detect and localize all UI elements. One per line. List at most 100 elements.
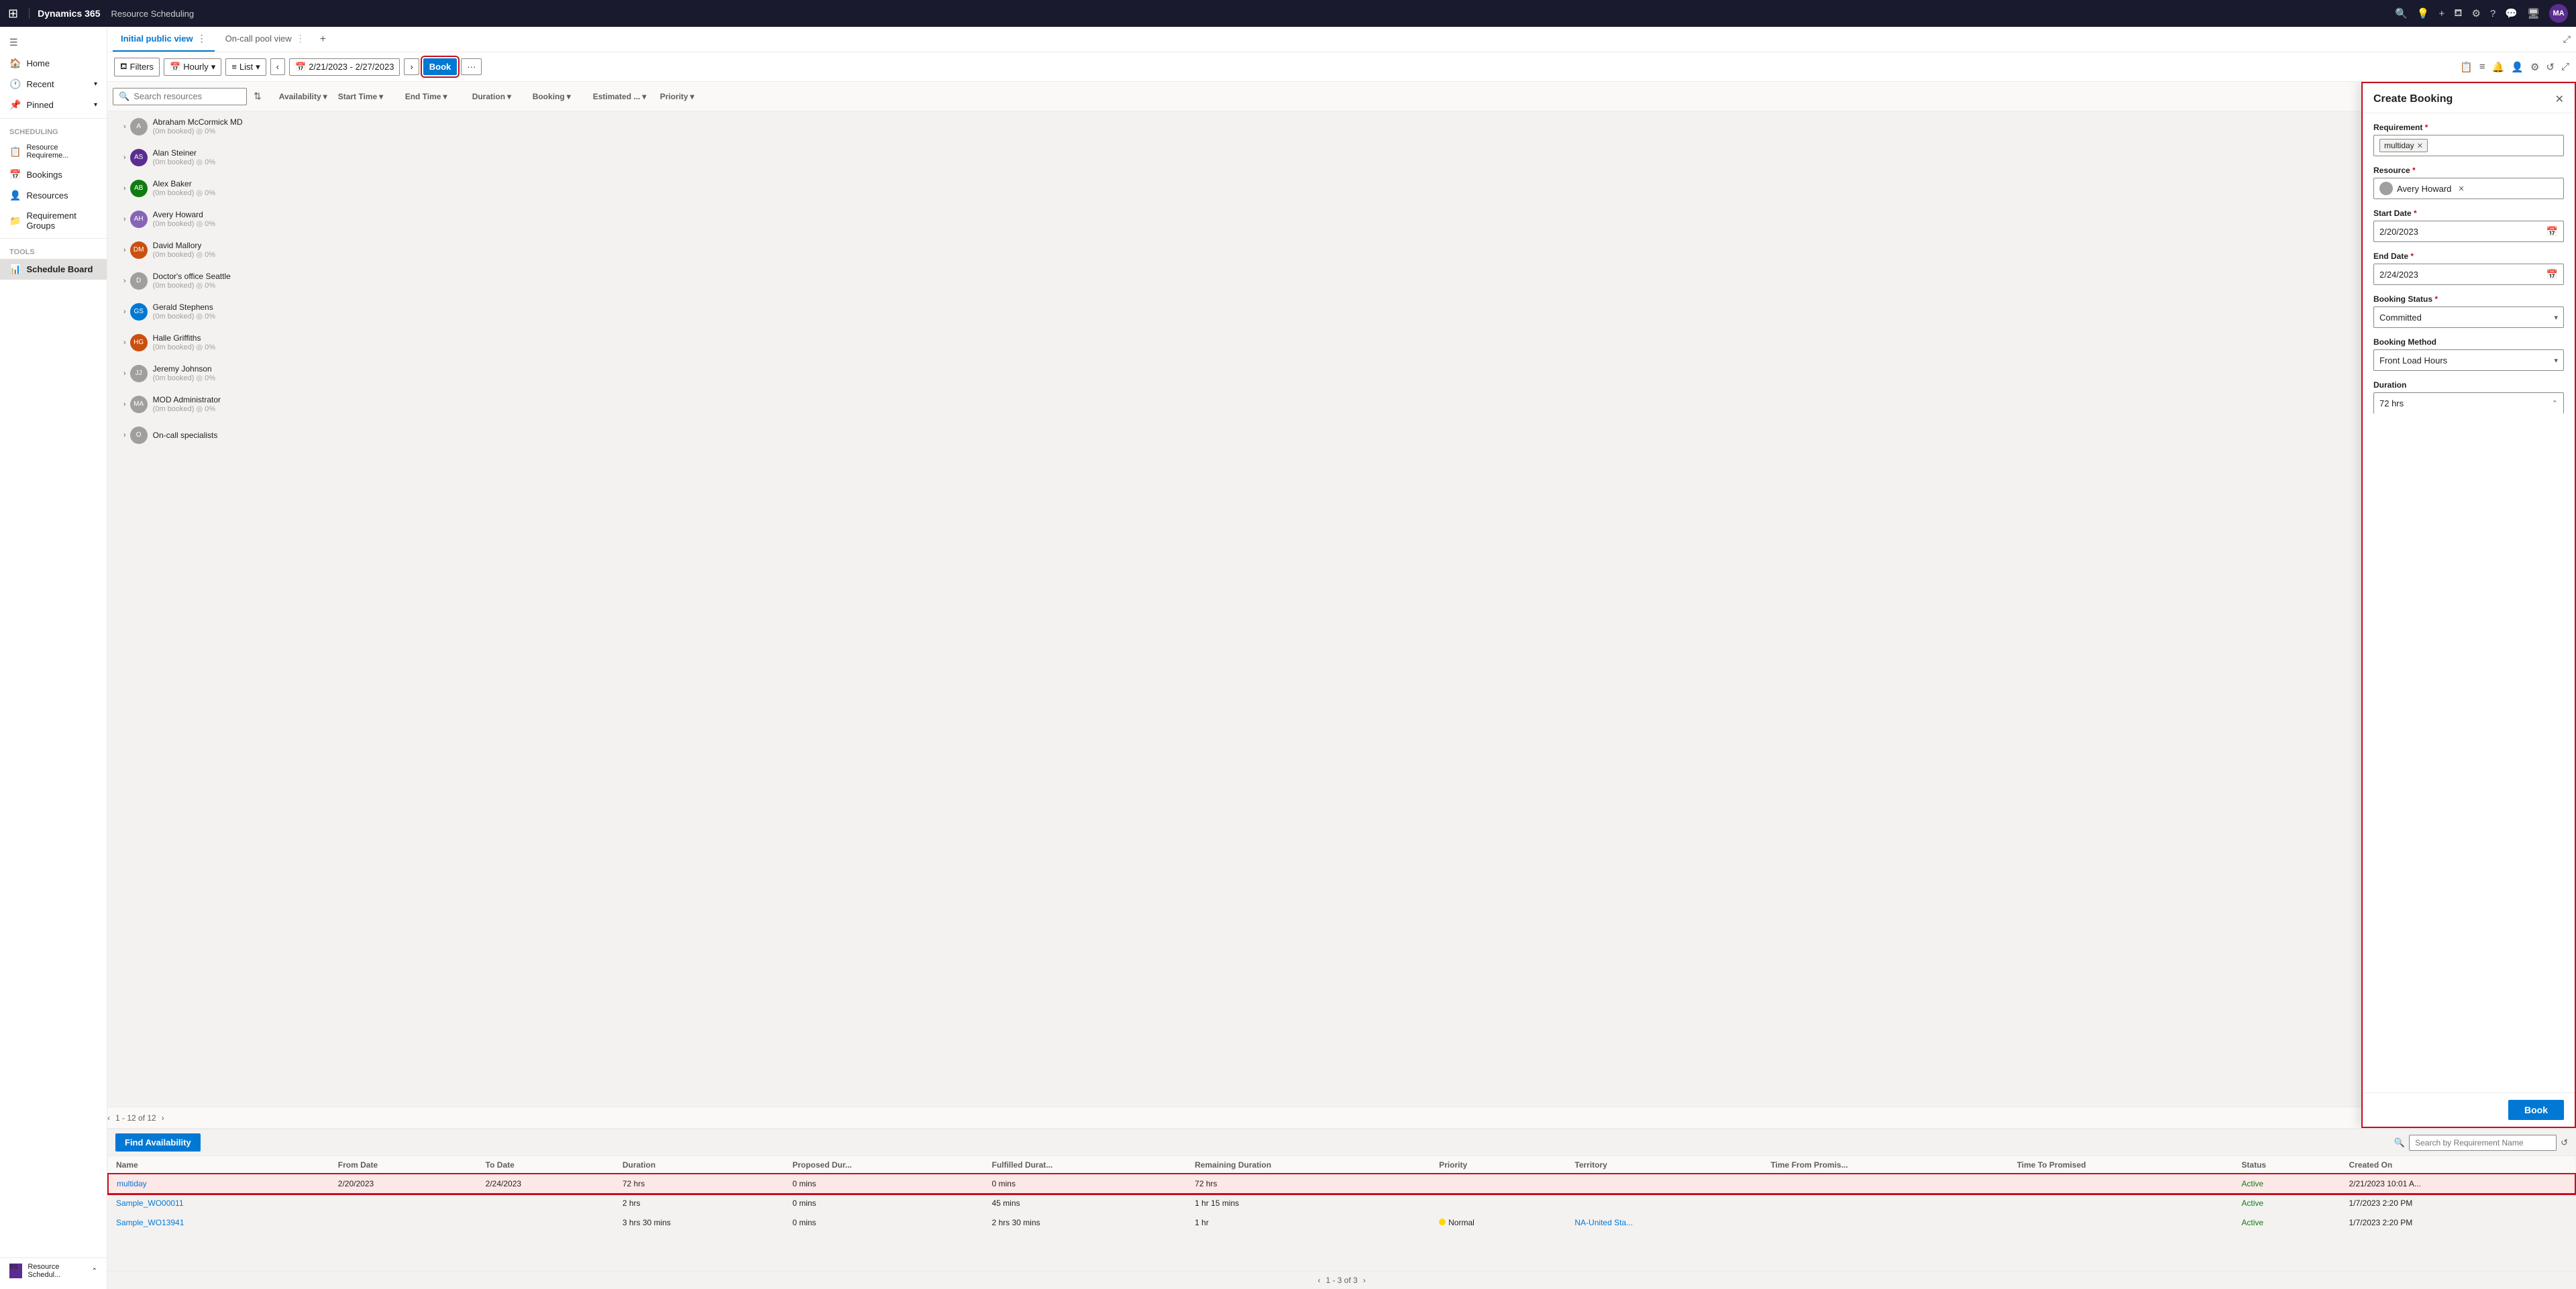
expand-icon-halle[interactable]: ›: [123, 339, 126, 347]
expand-icon-oncall[interactable]: ›: [123, 431, 126, 439]
end-date-field-group: End Date * 2/24/2023 📅: [2373, 251, 2564, 285]
table-row-multiday[interactable]: multiday 2/20/2023 2/24/2023 72 hrs 0 mi…: [108, 1174, 2575, 1194]
requirement-input[interactable]: multiday ✕: [2373, 135, 2564, 156]
resource-row-david[interactable]: › DM David Mallory (0m booked) ◎ 0%: [107, 235, 2576, 266]
expand-icon-avery[interactable]: ›: [123, 215, 126, 223]
refresh-icon[interactable]: ↺: [2546, 61, 2555, 73]
search-input[interactable]: [133, 91, 241, 101]
booking-status-select[interactable]: Committed ▾: [2373, 306, 2564, 328]
person-icon[interactable]: 👤: [2511, 61, 2524, 73]
resource-row-abraham[interactable]: › A Abraham McCormick MD (0m booked) ◎ 0…: [107, 111, 2576, 142]
tab-initial-public-view[interactable]: Initial public view ⋮: [113, 27, 215, 52]
col-from-date: From Date: [330, 1156, 478, 1174]
find-availability-button[interactable]: Find Availability: [115, 1133, 201, 1152]
resource-row-mod[interactable]: › MA MOD Administrator (0m booked) ◎ 0%: [107, 389, 2576, 420]
resource-row-halle[interactable]: › HG Halle Griffiths (0m booked) ◎ 0%: [107, 327, 2576, 358]
fullscreen-icon[interactable]: ⤢: [2563, 34, 2571, 45]
resource-row-oncall[interactable]: › O On-call specialists: [107, 420, 2576, 451]
sidebar-footer-item[interactable]: RS Resource Schedul... ⌃: [0, 1257, 107, 1284]
sidebar-item-pinned[interactable]: 📌 Pinned ▾: [0, 95, 107, 115]
tab-initial-label: Initial public view: [121, 34, 193, 44]
bell-icon[interactable]: 🔔: [2492, 61, 2505, 73]
refresh-search-icon[interactable]: ↺: [2561, 1137, 2568, 1148]
settings-icon[interactable]: ⚙: [2471, 7, 2480, 19]
table-next-btn[interactable]: ›: [1363, 1276, 1366, 1285]
table-prev-btn[interactable]: ‹: [1318, 1276, 1320, 1285]
tab-oncall-more[interactable]: ⋮: [296, 33, 305, 44]
plus-icon[interactable]: +: [2438, 8, 2445, 19]
link-wo00011[interactable]: Sample_WO00011: [116, 1198, 184, 1208]
sidebar-item-schedule-board[interactable]: 📊 Schedule Board: [0, 259, 107, 280]
page-range: 1 - 12 of 12: [115, 1113, 156, 1123]
table-row-wo00011[interactable]: Sample_WO00011 2 hrs 0 mins 45 mins 1 hr…: [108, 1194, 2575, 1213]
sidebar-item-resources[interactable]: 👤 Resources: [0, 185, 107, 206]
end-date-input[interactable]: 2/24/2023 📅: [2373, 264, 2564, 285]
sort-icon[interactable]: ⇅: [254, 91, 262, 102]
list-button[interactable]: ≡ List ▾: [225, 58, 266, 76]
more-options-button[interactable]: ···: [461, 58, 482, 75]
sidebar-item-requirement-groups[interactable]: 📁 Requirement Groups: [0, 206, 107, 235]
start-date-calendar-icon[interactable]: 📅: [2546, 226, 2558, 237]
search-icon[interactable]: 🔍: [2395, 7, 2408, 19]
sidebar-collapse[interactable]: ☰: [0, 32, 107, 53]
add-tab-button[interactable]: +: [316, 34, 330, 46]
gear-icon[interactable]: ⚙: [2530, 61, 2539, 73]
booking-close-button[interactable]: ✕: [2555, 93, 2564, 106]
cell-ttp-multiday: [2009, 1174, 2234, 1194]
resource-row-avery[interactable]: › AH Avery Howard (0m booked) ◎ 0%: [107, 204, 2576, 235]
sidebar-item-bookings[interactable]: 📅 Bookings: [0, 164, 107, 185]
view-list-icon[interactable]: 📋: [2460, 61, 2473, 73]
resource-tag-remove[interactable]: ✕: [2458, 184, 2464, 193]
expand-icon-doctors[interactable]: ›: [123, 277, 126, 285]
expand-icon-mod[interactable]: ›: [123, 400, 126, 408]
link-territory[interactable]: NA-United Sta...: [1574, 1218, 1633, 1227]
link-wo13941[interactable]: Sample_WO13941: [116, 1218, 184, 1227]
resource-row-alan[interactable]: › AS Alan Steiner (0m booked) ◎ 0%: [107, 142, 2576, 173]
expand-icon-jeremy[interactable]: ›: [123, 370, 126, 378]
expand-icon-david[interactable]: ›: [123, 246, 126, 254]
next-page-btn[interactable]: ›: [162, 1113, 164, 1123]
search-box[interactable]: 🔍: [113, 88, 247, 105]
prev-page-btn[interactable]: ‹: [107, 1113, 110, 1123]
chat-icon[interactable]: 💬: [2505, 7, 2518, 19]
book-button[interactable]: Book: [423, 58, 458, 75]
resource-row-alex[interactable]: › AB Alex Baker (0m booked) ◎ 0%: [107, 173, 2576, 204]
requirement-tag-remove[interactable]: ✕: [2417, 142, 2423, 150]
waffle-icon[interactable]: ⊞: [8, 7, 18, 21]
end-date-calendar-icon[interactable]: 📅: [2546, 269, 2558, 280]
date-range-display[interactable]: 📅 2/21/2023 - 2/27/2023: [289, 58, 400, 76]
sidebar-item-recent[interactable]: 🕐 Recent ▾: [0, 74, 107, 95]
table-row-wo13941[interactable]: Sample_WO13941 3 hrs 30 mins 0 mins 2 hr…: [108, 1213, 2575, 1233]
filters-button[interactable]: ⛾ Filters: [114, 58, 160, 76]
resource-row-jeremy[interactable]: › JJ Jeremy Johnson (0m booked) ◎ 0%: [107, 358, 2576, 389]
prev-date-button[interactable]: ‹: [270, 58, 285, 75]
expand-icon-alex[interactable]: ›: [123, 184, 126, 192]
tab-initial-more[interactable]: ⋮: [197, 33, 207, 44]
next-date-button[interactable]: ›: [404, 58, 419, 75]
lightbulb-icon[interactable]: 💡: [2417, 7, 2430, 19]
filter-icon[interactable]: ⛾: [2454, 7, 2462, 20]
start-date-input[interactable]: 2/20/2023 📅: [2373, 221, 2564, 242]
link-multiday[interactable]: multiday: [117, 1179, 147, 1188]
resource-input[interactable]: Avery Howard ✕: [2373, 178, 2564, 199]
cell-name-wo13941: Sample_WO13941: [108, 1213, 330, 1233]
help-icon[interactable]: ?: [2490, 8, 2496, 19]
sidebar-item-resource-requirements[interactable]: 📋 Resource Requireme...: [0, 139, 107, 164]
user-avatar[interactable]: MA: [2549, 4, 2568, 23]
expand-icon-alan[interactable]: ›: [123, 154, 126, 162]
resource-row-gerald[interactable]: › GS Gerald Stephens (0m booked) ◎ 0%: [107, 296, 2576, 327]
resource-row-doctors[interactable]: › D Doctor's office Seattle (0m booked) …: [107, 266, 2576, 296]
book-submit-button[interactable]: Book: [2508, 1100, 2564, 1120]
requirement-search-input[interactable]: [2409, 1135, 2557, 1151]
duration-input[interactable]: 72 hrs ⌃: [2373, 392, 2564, 414]
sidebar-item-home[interactable]: 🏠 Home: [0, 53, 107, 74]
rows-icon[interactable]: ≡: [2479, 61, 2485, 73]
expand-icon[interactable]: ›: [123, 123, 126, 131]
view-hourly-button[interactable]: 📅 Hourly ▾: [164, 58, 221, 76]
start-date-field-group: Start Date * 2/20/2023 📅: [2373, 209, 2564, 242]
expand-icon-gerald[interactable]: ›: [123, 308, 126, 316]
expand-icon[interactable]: ⤢: [2561, 61, 2569, 73]
tab-oncall-pool[interactable]: On-call pool view ⋮: [217, 27, 313, 52]
booking-method-select[interactable]: Front Load Hours ▾: [2373, 349, 2564, 371]
screen-icon[interactable]: 🖥: [2527, 7, 2540, 19]
